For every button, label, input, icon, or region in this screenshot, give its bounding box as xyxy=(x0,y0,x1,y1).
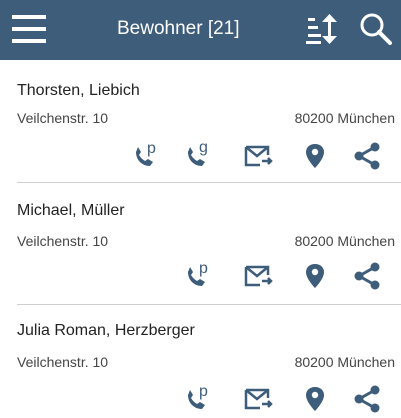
message-icon[interactable] xyxy=(242,382,276,416)
app-bar: Bewohner [21] xyxy=(0,0,401,60)
share-icon[interactable] xyxy=(350,259,384,293)
resident-entry[interactable]: Michael, Müller Veilchenstr. 10 80200 Mü… xyxy=(0,182,401,305)
resident-entry[interactable]: Julia Roman, Herzberger Veilchenstr. 10 … xyxy=(0,304,401,416)
phone-private-icon[interactable]: p xyxy=(181,259,215,293)
svg-text:p: p xyxy=(199,260,208,277)
svg-text:p: p xyxy=(147,140,156,157)
sort-icon[interactable] xyxy=(305,12,339,46)
location-icon[interactable] xyxy=(298,139,332,173)
phone-private-icon[interactable]: p xyxy=(129,139,163,173)
location-icon[interactable] xyxy=(298,382,332,416)
search-icon[interactable] xyxy=(358,12,392,46)
phone-private-icon[interactable]: p xyxy=(181,382,215,416)
menu-icon[interactable] xyxy=(12,13,46,45)
message-icon[interactable] xyxy=(242,139,276,173)
page-title: Bewohner [21] xyxy=(117,18,240,39)
action-icons: p g xyxy=(0,139,401,175)
resident-street: Veilchenstr. 10 xyxy=(17,110,109,126)
resident-city: 80200 München xyxy=(294,110,395,126)
resident-street: Veilchenstr. 10 xyxy=(17,354,109,370)
resident-name: Michael, Müller xyxy=(17,202,125,219)
share-icon[interactable] xyxy=(350,382,384,416)
svg-text:p: p xyxy=(199,383,208,400)
resident-city: 80200 München xyxy=(294,354,395,370)
location-icon[interactable] xyxy=(298,259,332,293)
action-icons: p xyxy=(0,259,401,295)
phone-business-icon[interactable]: g xyxy=(181,139,215,173)
share-icon[interactable] xyxy=(350,139,384,173)
svg-text:g: g xyxy=(199,139,208,156)
message-icon[interactable] xyxy=(242,259,276,293)
resident-name: Thorsten, Liebich xyxy=(17,82,140,99)
resident-entry[interactable]: Thorsten, Liebich Veilchenstr. 10 80200 … xyxy=(0,60,401,183)
resident-city: 80200 München xyxy=(294,233,395,249)
resident-name: Julia Roman, Herzberger xyxy=(17,322,195,339)
action-icons: p xyxy=(0,382,401,418)
resident-street: Veilchenstr. 10 xyxy=(17,233,109,249)
